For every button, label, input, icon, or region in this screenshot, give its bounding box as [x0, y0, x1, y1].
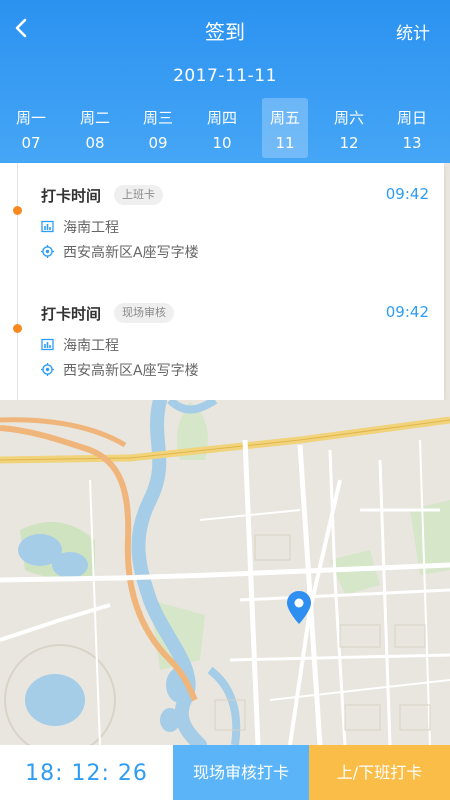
location-target-icon — [41, 363, 54, 376]
day-number: 09 — [148, 134, 168, 152]
checkin-record[interactable]: 打卡时间 现场审核 09:42 海南工程 西安高新区A座写字楼 — [0, 299, 444, 409]
timeline-dot — [13, 324, 22, 333]
street-map-graphic — [0, 400, 450, 745]
address-text: 西安高新区A座写字楼 — [63, 245, 199, 261]
project-name: 海南工程 — [63, 338, 119, 354]
page-title: 签到 — [205, 20, 245, 44]
week-selector: 周一 07 周二 08 周三 09 周四 10 周五 11 周六 12 周日 1… — [0, 98, 450, 160]
day-name: 周日 — [396, 109, 427, 127]
day-name: 周六 — [333, 109, 364, 127]
day-number: 10 — [212, 134, 232, 152]
day-name: 周二 — [79, 109, 110, 127]
bottom-action-bar: 18: 12: 26 现场审核打卡 上/下班打卡 — [0, 745, 450, 800]
checkin-records-panel: 打卡时间 上班卡 09:42 海南工程 西安高新区A座写字楼 打卡时间 现场审核… — [0, 163, 444, 400]
day-name: 周三 — [142, 109, 173, 127]
stats-button[interactable]: 统计 — [396, 19, 430, 44]
current-time: 18: 12: 26 — [25, 761, 148, 786]
map-view[interactable] — [0, 400, 450, 745]
timeline-dot — [13, 206, 22, 215]
header-bar: 签到 统计 2017-11-11 周一 07 周二 08 周三 09 周四 10… — [0, 0, 450, 163]
record-type-badge: 上班卡 — [114, 185, 163, 205]
record-type-badge: 现场审核 — [114, 303, 174, 323]
location-target-icon — [41, 245, 54, 258]
current-date: 2017-11-11 — [173, 66, 277, 86]
day-number: 11 — [275, 134, 295, 152]
day-tab-wed[interactable]: 周三 09 — [135, 98, 181, 158]
checkin-record[interactable]: 打卡时间 上班卡 09:42 海南工程 西安高新区A座写字楼 — [0, 181, 444, 291]
day-name: 周一 — [15, 109, 46, 127]
day-tab-fri[interactable]: 周五 11 — [262, 98, 308, 158]
day-name: 周四 — [206, 109, 237, 127]
building-icon — [41, 220, 54, 233]
project-name: 海南工程 — [63, 220, 119, 236]
site-review-checkin-button[interactable]: 现场审核打卡 — [173, 745, 309, 800]
record-title: 打卡时间 — [41, 305, 102, 323]
work-checkin-button[interactable]: 上/下班打卡 — [309, 745, 450, 800]
record-title: 打卡时间 — [41, 187, 102, 205]
address-text: 西安高新区A座写字楼 — [63, 363, 199, 379]
day-name: 周五 — [269, 109, 300, 127]
day-tab-sun[interactable]: 周日 13 — [389, 98, 435, 158]
day-number: 07 — [21, 134, 41, 152]
day-number: 13 — [402, 134, 422, 152]
record-time: 09:42 — [385, 303, 429, 321]
building-icon — [41, 338, 54, 351]
location-pin-icon — [287, 591, 311, 624]
day-tab-tue[interactable]: 周二 08 — [72, 98, 118, 158]
day-number: 12 — [339, 134, 359, 152]
day-number: 08 — [85, 134, 105, 152]
day-tab-sat[interactable]: 周六 12 — [326, 98, 372, 158]
record-time: 09:42 — [385, 185, 429, 203]
day-tab-thu[interactable]: 周四 10 — [199, 98, 245, 158]
day-tab-mon[interactable]: 周一 07 — [8, 98, 54, 158]
